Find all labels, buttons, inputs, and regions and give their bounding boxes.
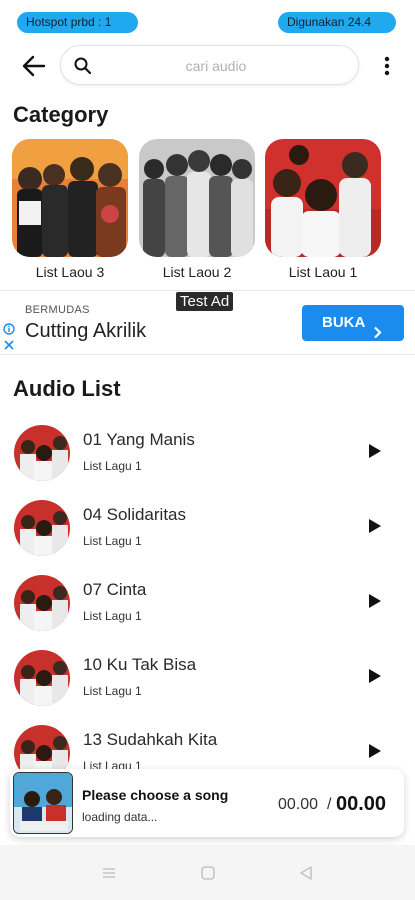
audio-subtitle: List Lagu 1 bbox=[83, 534, 142, 548]
category-image bbox=[139, 139, 255, 257]
play-icon[interactable] bbox=[368, 668, 382, 684]
close-x-icon[interactable] bbox=[3, 338, 15, 350]
system-nav-bar bbox=[0, 845, 415, 900]
ad-headline[interactable]: Cutting Akrilik bbox=[25, 320, 146, 343]
more-vertical-icon[interactable] bbox=[376, 52, 398, 80]
chevron-right-icon bbox=[373, 317, 383, 339]
audio-row[interactable]: 01 Yang Manis List Lagu 1 bbox=[0, 425, 415, 500]
audio-subtitle: List Lagu 1 bbox=[83, 459, 142, 473]
audio-row[interactable]: 04 Solidaritas List Lagu 1 bbox=[0, 500, 415, 575]
ad-brand: BERMUDAS bbox=[25, 304, 90, 316]
album-art bbox=[13, 772, 73, 834]
audio-title: 01 Yang Manis bbox=[83, 430, 195, 449]
category-image bbox=[12, 139, 128, 257]
recent-apps-icon[interactable] bbox=[100, 864, 118, 882]
ad-banner[interactable]: Test Ad BERMUDAS Cutting Akrilik BUKA bbox=[0, 290, 415, 355]
current-time: 00.00 bbox=[278, 796, 319, 813]
category-heading: Category bbox=[13, 102, 109, 127]
ad-open-label: BUKA bbox=[322, 314, 366, 331]
audio-row[interactable]: 10 Ku Tak Bisa List Lagu 1 bbox=[0, 650, 415, 725]
audio-thumbnail bbox=[14, 500, 70, 556]
audio-title: 10 Ku Tak Bisa bbox=[83, 655, 197, 674]
category-card[interactable]: List Laou 3 bbox=[12, 139, 128, 280]
back-triangle-icon[interactable] bbox=[297, 864, 315, 882]
search-bar[interactable] bbox=[60, 45, 359, 85]
category-image bbox=[265, 139, 381, 257]
ad-open-button[interactable]: BUKA bbox=[302, 305, 404, 341]
audio-title: 07 Cinta bbox=[83, 580, 147, 599]
audio-thumbnail bbox=[14, 575, 70, 631]
search-input[interactable] bbox=[101, 54, 331, 78]
category-card[interactable]: List Laou 2 bbox=[139, 139, 255, 280]
audio-subtitle: List Lagu 1 bbox=[83, 609, 142, 623]
total-time: 00.00 bbox=[336, 793, 387, 815]
audio-thumbnail bbox=[14, 425, 70, 481]
info-icon[interactable] bbox=[3, 322, 15, 335]
category-label: List Laou 2 bbox=[162, 264, 232, 280]
time-separator: / bbox=[327, 796, 332, 813]
audio-thumbnail bbox=[14, 650, 70, 706]
test-ad-badge: Test Ad bbox=[176, 292, 234, 311]
home-icon[interactable] bbox=[199, 864, 217, 882]
data-usage-badge: Digunakan 24.4 bbox=[278, 12, 396, 33]
play-icon[interactable] bbox=[368, 743, 382, 759]
mini-player[interactable]: Please choose a song loading data... 00.… bbox=[10, 769, 404, 837]
hotspot-status-badge: Hotspot prbd : 1 bbox=[17, 12, 138, 33]
play-icon[interactable] bbox=[368, 593, 382, 609]
back-arrow-icon[interactable] bbox=[20, 52, 48, 80]
search-icon bbox=[73, 56, 93, 76]
audio-title: 04 Solidaritas bbox=[83, 505, 187, 524]
category-label: List Laou 3 bbox=[35, 264, 105, 280]
player-status: loading data... bbox=[82, 810, 158, 824]
audio-subtitle: List Lagu 1 bbox=[83, 684, 142, 698]
player-title: Please choose a song bbox=[82, 787, 229, 803]
audio-title: 13 Sudahkah Kita bbox=[83, 730, 218, 749]
audio-list-heading: Audio List bbox=[13, 376, 121, 401]
audio-row[interactable]: 07 Cinta List Lagu 1 bbox=[0, 575, 415, 650]
category-label: List Laou 1 bbox=[288, 264, 358, 280]
play-icon[interactable] bbox=[368, 443, 382, 459]
play-icon[interactable] bbox=[368, 518, 382, 534]
category-card[interactable]: List Laou 1 bbox=[265, 139, 381, 280]
